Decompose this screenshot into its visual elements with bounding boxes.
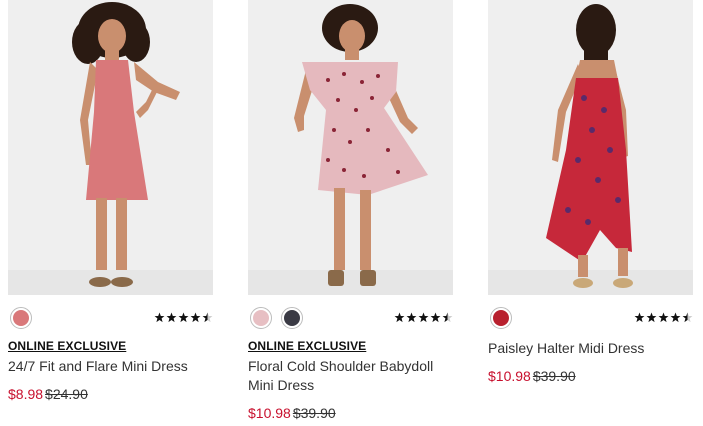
product-image[interactable] bbox=[8, 0, 213, 295]
color-swatch[interactable] bbox=[281, 307, 303, 329]
online-exclusive-badge: ONLINE EXCLUSIVE bbox=[8, 339, 127, 353]
sale-price: $10.98 bbox=[488, 368, 531, 384]
price-row: $10.98 $39.90 bbox=[488, 367, 693, 385]
product-name[interactable]: Paisley Halter Midi Dress bbox=[488, 339, 693, 358]
product-name[interactable]: 24/7 Fit and Flare Mini Dress bbox=[8, 357, 213, 376]
half-star-icon bbox=[682, 312, 693, 323]
product-card[interactable]: ONLINE EXCLUSIVE 24/7 Fit and Flare Mini… bbox=[8, 0, 213, 403]
color-swatch[interactable] bbox=[250, 307, 272, 329]
star-icon bbox=[670, 312, 681, 323]
star-icon bbox=[394, 312, 405, 323]
star-icon bbox=[178, 312, 189, 323]
original-price: $39.90 bbox=[292, 405, 336, 421]
original-price: $24.90 bbox=[45, 386, 88, 402]
star-icon bbox=[406, 312, 417, 323]
star-icon bbox=[430, 312, 441, 323]
product-image[interactable] bbox=[248, 0, 453, 295]
product-image[interactable] bbox=[488, 0, 693, 295]
star-icon bbox=[190, 312, 201, 323]
price-row: $8.98 $24.90 bbox=[8, 385, 213, 403]
half-star-icon bbox=[202, 312, 213, 323]
half-star-icon bbox=[442, 312, 453, 323]
star-icon bbox=[658, 312, 669, 323]
sale-price: $8.98 bbox=[8, 386, 44, 402]
color-swatches bbox=[490, 307, 512, 329]
rating-stars bbox=[154, 312, 213, 323]
price-row: $10.98 $39.90 bbox=[248, 404, 453, 422]
original-price: $39.90 bbox=[532, 368, 576, 384]
color-swatch[interactable] bbox=[490, 307, 512, 329]
product-card[interactable]: ONLINE EXCLUSIVE Floral Cold Shoulder Ba… bbox=[248, 0, 453, 422]
star-icon bbox=[418, 312, 429, 323]
star-icon bbox=[646, 312, 657, 323]
rating-stars bbox=[634, 312, 693, 323]
sale-price: $10.98 bbox=[248, 405, 291, 421]
product-card[interactable]: Paisley Halter Midi Dress $10.98 $39.90 bbox=[488, 0, 693, 385]
rating-stars bbox=[394, 312, 453, 323]
star-icon bbox=[154, 312, 165, 323]
color-swatch[interactable] bbox=[10, 307, 32, 329]
online-exclusive-badge: ONLINE EXCLUSIVE bbox=[248, 339, 367, 353]
color-swatches bbox=[250, 307, 303, 329]
product-name[interactable]: Floral Cold Shoulder Babydoll Mini Dress bbox=[248, 357, 453, 395]
star-icon bbox=[166, 312, 177, 323]
star-icon bbox=[634, 312, 645, 323]
color-swatches bbox=[10, 307, 32, 329]
